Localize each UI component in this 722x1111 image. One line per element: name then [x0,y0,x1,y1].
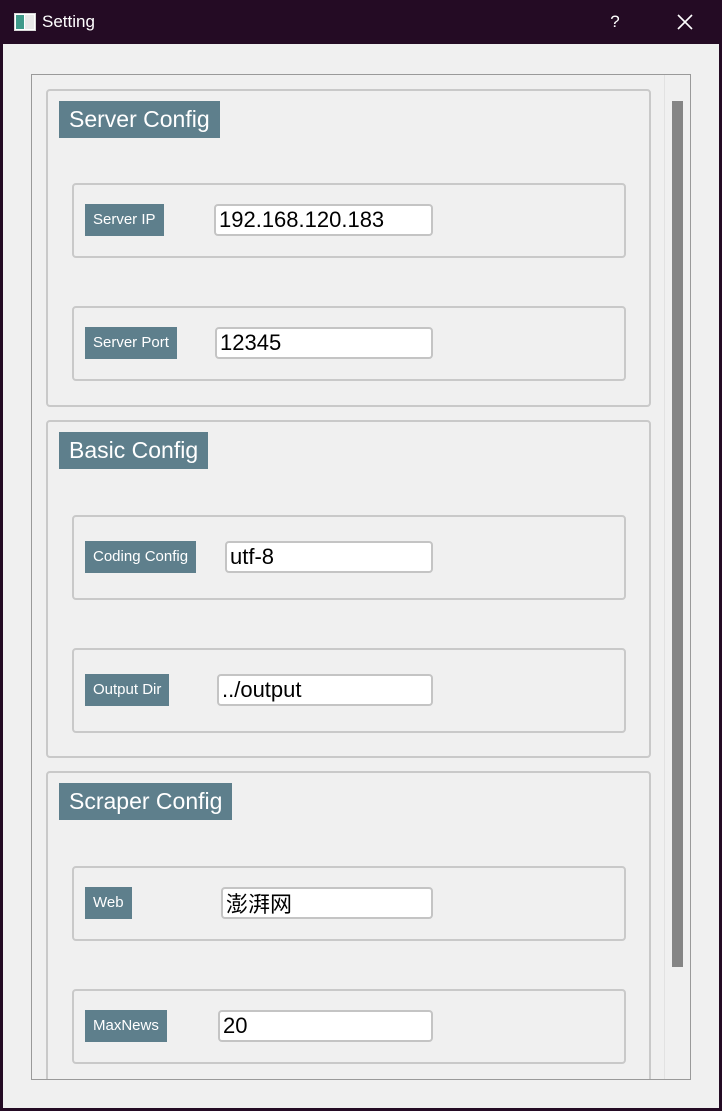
settings-scroll-area[interactable]: Server Config Server IP Server Port Basi… [31,74,691,1080]
close-button[interactable] [670,8,700,36]
server-port-input[interactable] [215,327,433,359]
server-ip-row: Server IP [72,183,626,258]
output-dir-label: Output Dir [85,674,170,706]
max-news-label: MaxNews [85,1010,167,1042]
server-port-row: Server Port [72,306,626,381]
output-dir-input[interactable] [217,674,433,706]
group-title: Server Config [59,101,220,138]
coding-config-row: Coding Config [72,515,626,600]
scraper-config-group: Scraper Config Web MaxNews [46,771,651,1079]
basic-config-group: Basic Config Coding Config Output Dir [46,420,651,758]
coding-config-input[interactable] [225,541,433,573]
web-row: Web [72,866,626,941]
group-title: Basic Config [59,432,209,469]
server-ip-label: Server IP [85,204,164,236]
server-config-group: Server Config Server IP Server Port [46,89,651,407]
max-news-input[interactable] [218,1010,433,1042]
coding-config-label: Coding Config [85,541,197,573]
server-ip-input[interactable] [214,204,433,236]
web-label: Web [85,887,132,919]
close-icon [677,14,693,30]
max-news-row: MaxNews [72,989,626,1064]
web-input[interactable] [221,887,433,919]
settings-window: Setting ? Server Config Server IP Server… [0,0,722,1111]
help-button[interactable]: ? [600,8,630,36]
server-port-label: Server Port [85,327,177,359]
scrollbar-thumb[interactable] [672,101,683,967]
window-app-icon [14,13,36,31]
output-dir-row: Output Dir [72,648,626,733]
dialog-content: Server Config Server IP Server Port Basi… [3,44,719,1108]
group-title: Scraper Config [59,783,233,820]
title-bar[interactable]: Setting ? [0,0,722,44]
window-title: Setting [42,12,95,31]
